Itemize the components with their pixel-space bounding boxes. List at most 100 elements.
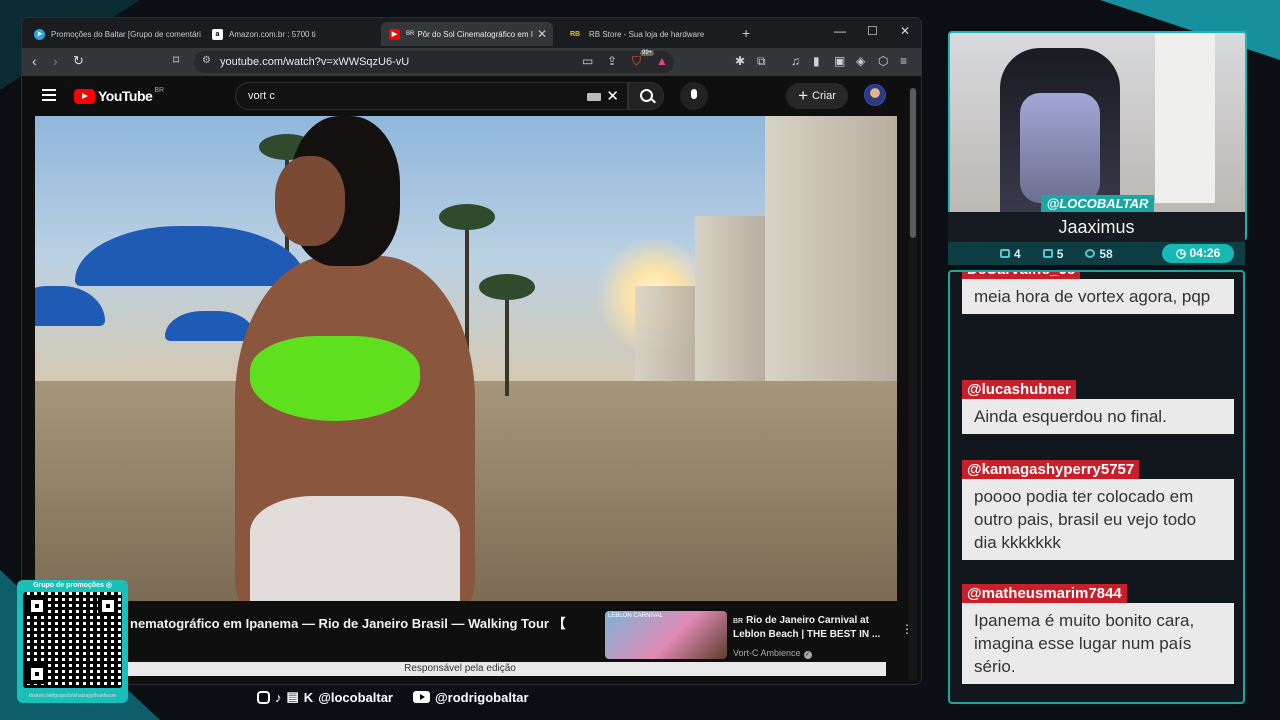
chat-username: @lucashubner	[962, 380, 1076, 399]
tab-rbstore[interactable]: RB RB Store - Sua loja de hardware	[559, 22, 734, 46]
video-skirt	[250, 496, 460, 601]
music-icon[interactable]: ♫	[791, 54, 800, 68]
promo-label: Grupo de promoções ◎	[17, 581, 128, 589]
video-building	[635, 286, 695, 396]
shield-count-badge: 99+	[640, 50, 655, 56]
twitch-icon: ▤	[286, 689, 299, 704]
qr-finder	[27, 664, 47, 684]
chat-message: DeCarvalho_98 meia hora de vortex agora,…	[962, 272, 1234, 314]
tab-amazon[interactable]: a Amazon.com.br : 5700 ti	[204, 22, 379, 46]
leo-icon[interactable]: ⬡	[878, 54, 888, 68]
new-tab-icon[interactable]: +	[742, 25, 750, 41]
video-player[interactable]	[35, 116, 897, 601]
kick-icon: K	[303, 689, 314, 705]
address-bar: ‹ › ↻ ⌑ ⚙ youtube.com/watch?v=xWWSqzU6-v…	[22, 48, 921, 76]
sidebar-icon[interactable]: ▮	[813, 54, 820, 68]
video-building	[695, 216, 765, 396]
handle-primary: @locobaltar	[318, 689, 393, 705]
qr-finder	[98, 596, 118, 616]
stream-timer: ◷ 04:26	[1162, 244, 1234, 263]
create-label: Criar	[812, 90, 836, 102]
site-info-icon[interactable]: ⚙	[202, 55, 211, 66]
maximize-icon[interactable]: ☐	[867, 24, 878, 38]
webcam-door	[1155, 33, 1215, 203]
tab-label: Pôr do Sol Cinematográfico em I	[417, 29, 533, 39]
chat-text: Ainda esquerdou no final.	[962, 399, 1234, 434]
microphone-icon	[691, 89, 697, 99]
tab-prefix: BR	[406, 31, 415, 37]
recommendation-thumbnail[interactable]: LEBLON CARNIVAL	[605, 611, 727, 659]
recommendation-prefix: BR	[733, 618, 744, 625]
back-icon[interactable]: ‹	[32, 53, 37, 69]
voice-search-button[interactable]	[680, 82, 708, 110]
url-text: youtube.com/watch?v=xWWSqzU6-vU	[220, 56, 410, 68]
video-palm	[479, 274, 535, 396]
reload-icon[interactable]: ↻	[73, 53, 84, 69]
scroll-thumb[interactable]	[910, 88, 916, 238]
cast-icon[interactable]: ▭	[582, 54, 593, 68]
social-handles: ♪ ▤ K @locobaltar @rodrigobaltar	[257, 689, 529, 705]
minimize-icon[interactable]: —	[834, 24, 846, 38]
stat-value: 58	[1099, 246, 1113, 261]
avatar[interactable]	[864, 84, 886, 106]
bookmark-icon[interactable]: ⌑	[173, 53, 179, 67]
scrollbar[interactable]	[909, 88, 917, 680]
whatsapp-icon: ◎	[105, 582, 112, 589]
telegram-icon: ➤	[34, 28, 45, 40]
youtube-play-icon	[74, 88, 95, 104]
search-button[interactable]	[628, 82, 664, 110]
close-window-icon[interactable]: ✕	[900, 24, 910, 38]
clear-search-icon[interactable]: ✕	[606, 87, 619, 105]
tab-label: Promoções do Baltar [Grupo de comentário	[51, 29, 201, 39]
tab-search-icon[interactable]: ⧉	[757, 54, 766, 69]
qr-code	[23, 592, 122, 688]
search-text: vort c	[248, 90, 275, 102]
thumb-text: LEBLON CARNIVAL	[608, 613, 663, 619]
timer-value: 04:26	[1189, 246, 1221, 260]
share-icon[interactable]: ⇪	[607, 54, 617, 68]
browser-window: ➤ Promoções do Baltar [Grupo de comentár…	[22, 18, 921, 684]
chat-username: @kamagashyperry5757	[962, 460, 1140, 479]
forward-icon[interactable]: ›	[53, 53, 58, 69]
tab-youtube[interactable]: ▶ BR Pôr do Sol Cinematográfico em I ✕	[381, 22, 553, 46]
search-input[interactable]: vort c ✕	[235, 82, 628, 110]
youtube-icon	[1042, 249, 1053, 258]
video-umbrella	[35, 286, 105, 326]
promo-label-text: Grupo de promoções	[33, 582, 104, 589]
stat-value: 4	[1014, 246, 1021, 261]
stat-item: 58	[1085, 246, 1113, 261]
recommendation-channel[interactable]: Vort-C Ambience ✓	[733, 648, 812, 659]
vpn-icon[interactable]: ◈	[856, 54, 865, 68]
tab-label: RB Store - Sua loja de hardware	[589, 29, 705, 39]
stat-item: 5	[1042, 247, 1063, 261]
recommendation-title[interactable]: BR Rio de Janeiro Carnival at Leblon Beac…	[733, 614, 883, 641]
extensions-icon[interactable]: ✱	[735, 54, 745, 68]
brave-rewards-icon[interactable]: ▲	[656, 54, 668, 68]
qr-finder	[27, 596, 47, 616]
brave-shield-icon[interactable]: ⛉	[632, 54, 641, 69]
country-code: BR	[154, 86, 165, 94]
chat-username: DeCarvalho_98	[962, 272, 1081, 279]
wallet-icon[interactable]: ▣	[834, 54, 845, 68]
create-button[interactable]: + Criar	[786, 83, 848, 109]
tab-telegram[interactable]: ➤ Promoções do Baltar [Grupo de comentár…	[26, 22, 201, 46]
menu-icon[interactable]: ≡	[900, 54, 907, 68]
close-icon[interactable]: ✕	[533, 27, 547, 41]
youtube-logo[interactable]: YouTube BR	[74, 86, 165, 104]
video-title: nematográfico em Ipanema — Rio de Janeir…	[130, 616, 566, 631]
url-field[interactable]: ⚙ youtube.com/watch?v=xWWSqzU6-vU	[194, 51, 674, 73]
logo-text: YouTube	[98, 88, 153, 104]
amazon-icon: a	[212, 28, 223, 40]
chat-message: @matheusmarim7844 Ipanema é muito bonito…	[962, 584, 1234, 684]
hamburger-menu-icon[interactable]	[42, 89, 56, 91]
rb-icon: RB	[569, 30, 581, 38]
video-building	[765, 116, 897, 396]
promo-qr-box: Grupo de promoções ◎ rbstore.net/grupo/o…	[17, 580, 128, 703]
chat-text: Ipanema é muito bonito cara, imagina ess…	[962, 603, 1234, 684]
tab-bar: ➤ Promoções do Baltar [Grupo de comentár…	[22, 18, 921, 48]
chat-text: meia hora de vortex agora, pqp	[962, 279, 1234, 314]
tiktok-icon: ♪	[275, 689, 282, 705]
plus-icon: +	[798, 86, 809, 105]
keyboard-icon[interactable]	[587, 93, 601, 101]
video-info: nematográfico em Ipanema — Rio de Janeir…	[35, 601, 913, 661]
